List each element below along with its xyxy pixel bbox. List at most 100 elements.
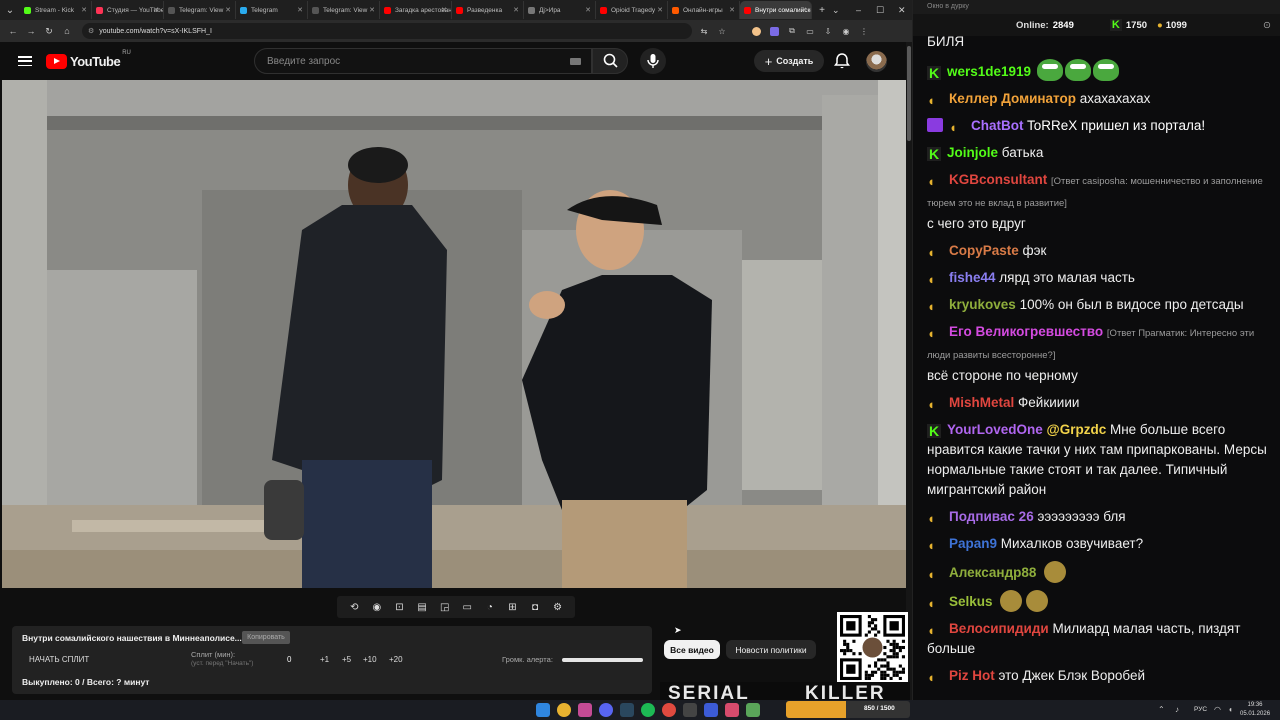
- start-icon[interactable]: [536, 703, 550, 717]
- scrollbar-thumb[interactable]: [907, 46, 911, 141]
- browser-tab[interactable]: Разведенка ✕: [452, 1, 524, 19]
- tab-close-icon[interactable]: ✕: [801, 6, 807, 14]
- browser-tab[interactable]: Opioid Tragedy ✕: [596, 1, 668, 19]
- keyboard-icon[interactable]: [570, 58, 581, 65]
- tab-close-icon[interactable]: ✕: [657, 6, 663, 14]
- chat-username[interactable]: Александр88: [949, 565, 1036, 580]
- home-icon[interactable]: ⌂: [58, 26, 76, 36]
- next-video-thumbnail[interactable]: SERIAL KILLER: [660, 682, 910, 702]
- speaker-icon[interactable]: ◖: [1228, 705, 1233, 714]
- voice-search-button[interactable]: [640, 48, 666, 74]
- copy-button[interactable]: Копировать: [242, 631, 290, 644]
- browser-tab[interactable]: Онлайн-игры ✕: [668, 1, 740, 19]
- app-icon-3[interactable]: [704, 703, 718, 717]
- new-tab-button[interactable]: +: [812, 1, 832, 19]
- discord-icon[interactable]: [599, 703, 613, 717]
- chat-username[interactable]: Подпивас 26: [949, 509, 1034, 524]
- close-window-button[interactable]: ✕: [898, 0, 906, 20]
- back-icon[interactable]: ←: [4, 26, 22, 36]
- youtube-logo[interactable]: YouTube RU: [46, 50, 131, 69]
- chat-mention[interactable]: @Grpzdc: [1047, 422, 1107, 437]
- steam-icon[interactable]: [620, 703, 634, 717]
- screen-record-icon[interactable]: ⊡: [392, 601, 406, 613]
- profile-icon[interactable]: ◉: [840, 25, 852, 37]
- translate-icon[interactable]: ⇆: [698, 25, 710, 37]
- tab-close-icon[interactable]: ✕: [153, 6, 159, 14]
- increment-button-5[interactable]: +5: [342, 655, 351, 664]
- chat-username[interactable]: wers1de1919: [947, 64, 1031, 79]
- language-indicator[interactable]: РУС: [1194, 706, 1207, 713]
- settings-gear-icon[interactable]: ⚙: [551, 601, 565, 613]
- picture-in-picture-icon[interactable]: ◲: [438, 601, 452, 613]
- extension-purple-icon[interactable]: [768, 25, 780, 37]
- chat-username[interactable]: Келлер Доминатор: [949, 91, 1076, 106]
- spotify-icon[interactable]: [641, 703, 655, 717]
- downloads-icon[interactable]: ⇩: [822, 25, 834, 37]
- audio-wave-icon[interactable]: ◉: [370, 601, 384, 613]
- site-info-icon[interactable]: ⚙: [88, 27, 94, 35]
- theater-icon[interactable]: ▤: [415, 601, 429, 613]
- alert-volume-slider[interactable]: [562, 658, 643, 662]
- chat-username[interactable]: kryukoves: [949, 297, 1016, 312]
- loop-icon[interactable]: ⟲: [347, 601, 361, 613]
- chat-username[interactable]: Joinjole: [947, 145, 998, 160]
- forward-icon[interactable]: →: [22, 26, 40, 36]
- chat-username[interactable]: Велосипидиди: [949, 621, 1049, 636]
- start-split-button[interactable]: НАЧАТЬ СПЛИТ: [29, 655, 89, 664]
- minimize-button[interactable]: –: [856, 0, 861, 20]
- screenshot-icon[interactable]: ◘: [528, 601, 542, 613]
- tab-close-icon[interactable]: ✕: [729, 6, 735, 14]
- browser-tab[interactable]: Telegram: View ✕: [308, 1, 380, 19]
- tab-close-icon[interactable]: ✕: [297, 6, 303, 14]
- chat-username[interactable]: fishe44: [949, 270, 996, 285]
- browser-tab[interactable]: Telegram: View ✕: [164, 1, 236, 19]
- app-icon-2[interactable]: [683, 703, 697, 717]
- browser-tab[interactable]: Telegram ✕: [236, 1, 308, 19]
- chat-username[interactable]: Его Великогревшество: [949, 324, 1103, 339]
- tab-close-icon[interactable]: ✕: [441, 6, 447, 14]
- chat-username[interactable]: MishMetal: [949, 395, 1014, 410]
- browser-tab[interactable]: Stream - Kick ✕: [20, 1, 92, 19]
- add-frame-icon[interactable]: ⊞: [505, 601, 519, 613]
- clock[interactable]: 19:36 05.01.2026: [1240, 701, 1270, 719]
- expand-icon[interactable]: ▭: [460, 601, 474, 613]
- tab-close-icon[interactable]: ✕: [513, 6, 519, 14]
- chrome-icon[interactable]: [557, 703, 571, 717]
- tab-close-icon[interactable]: ✕: [81, 6, 87, 14]
- account-avatar[interactable]: [866, 51, 887, 72]
- chat-settings-icon[interactable]: ⊙: [1263, 20, 1271, 31]
- chat-username[interactable]: ChatBot: [971, 118, 1024, 133]
- chat-username[interactable]: Selkus: [949, 594, 993, 609]
- volume-icon[interactable]: ♪: [1175, 705, 1179, 714]
- chip-politics-news[interactable]: Новости политики: [726, 640, 816, 659]
- tab-list-icon[interactable]: ⌄: [0, 1, 20, 19]
- chip-all-videos[interactable]: Все видео: [664, 640, 720, 659]
- obs-icon[interactable]: [662, 703, 676, 717]
- tab-close-icon[interactable]: ✕: [585, 6, 591, 14]
- reload-icon[interactable]: ↻: [40, 26, 58, 37]
- search-input[interactable]: Введите запрос: [254, 48, 592, 74]
- bookmark-star-icon[interactable]: ☆: [716, 25, 728, 37]
- increment-button-10[interactable]: +10: [363, 655, 377, 664]
- extensions-puzzle-icon[interactable]: ⧉: [786, 25, 798, 37]
- chat-username[interactable]: KGBconsultant: [949, 172, 1047, 187]
- chat-username[interactable]: CopyPaste: [949, 243, 1019, 258]
- tab-close-icon[interactable]: ✕: [369, 6, 375, 14]
- chat-username[interactable]: YourLovedOne: [947, 422, 1043, 437]
- menu-dots-icon[interactable]: ⋮: [858, 25, 870, 37]
- network-icon[interactable]: ◠: [1214, 705, 1221, 714]
- tray-expand-icon[interactable]: ⌃: [1158, 705, 1165, 714]
- url-field[interactable]: ⚙ youtube.com/watch?v=sX-IKLSFH_I: [82, 23, 692, 39]
- speed-icon[interactable]: ◔: [483, 601, 497, 613]
- create-button[interactable]: + Создать: [754, 50, 824, 72]
- video-player[interactable]: [2, 80, 906, 588]
- increment-button-20[interactable]: +20: [389, 655, 403, 664]
- app-icon-1[interactable]: [578, 703, 592, 717]
- menu-icon[interactable]: [18, 56, 32, 66]
- app-icon-4[interactable]: [725, 703, 739, 717]
- split-value-field[interactable]: 0: [287, 655, 291, 664]
- browser-tab[interactable]: Внутри сомалийского✕: [740, 1, 812, 19]
- app-icon-5[interactable]: [746, 703, 760, 717]
- chat-username[interactable]: Papan9: [949, 536, 997, 551]
- increment-button-1[interactable]: +1: [320, 655, 329, 664]
